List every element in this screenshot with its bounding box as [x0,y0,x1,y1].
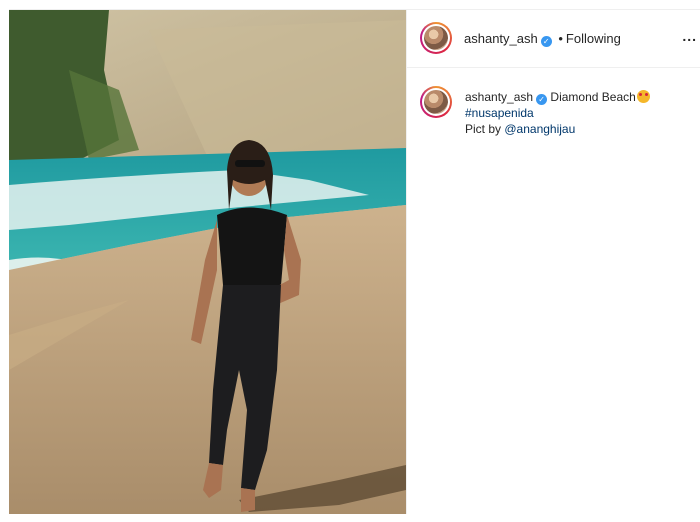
caption-text: ashanty_ash ✓ Diamond Beach #nusapenida P… [465,89,695,137]
caption-username[interactable]: ashanty_ash [465,90,533,104]
beach-photo [9,10,406,514]
post-header: ashanty_ash ✓ • Following ... [407,10,700,68]
caption-body: Diamond Beach [550,90,636,104]
verified-badge-icon: ✓ [540,36,552,47]
header-username[interactable]: ashanty_ash [464,31,538,46]
header-user-line: ashanty_ash ✓ • Following [464,31,621,47]
caption-avatar[interactable] [420,86,452,118]
post-sidebar: ashanty_ash ✓ • Following ... ashanty_ash ✓… [406,10,700,514]
following-button[interactable]: Following [566,31,621,46]
mention-link[interactable]: @ananghijau [504,122,575,136]
avatar[interactable] [420,22,452,54]
star-struck-emoji-icon [636,90,650,103]
more-options-icon[interactable]: ... [682,28,697,44]
post-photo[interactable] [9,10,406,514]
instagram-post: ashanty_ash ✓ • Following ... ashanty_ash ✓… [9,9,700,514]
header-separator: • [558,31,563,46]
verified-badge-icon: ✓ [536,94,548,105]
hashtag-link[interactable]: #nusapenida [465,106,534,120]
credit-prefix: Pict by [465,122,502,136]
